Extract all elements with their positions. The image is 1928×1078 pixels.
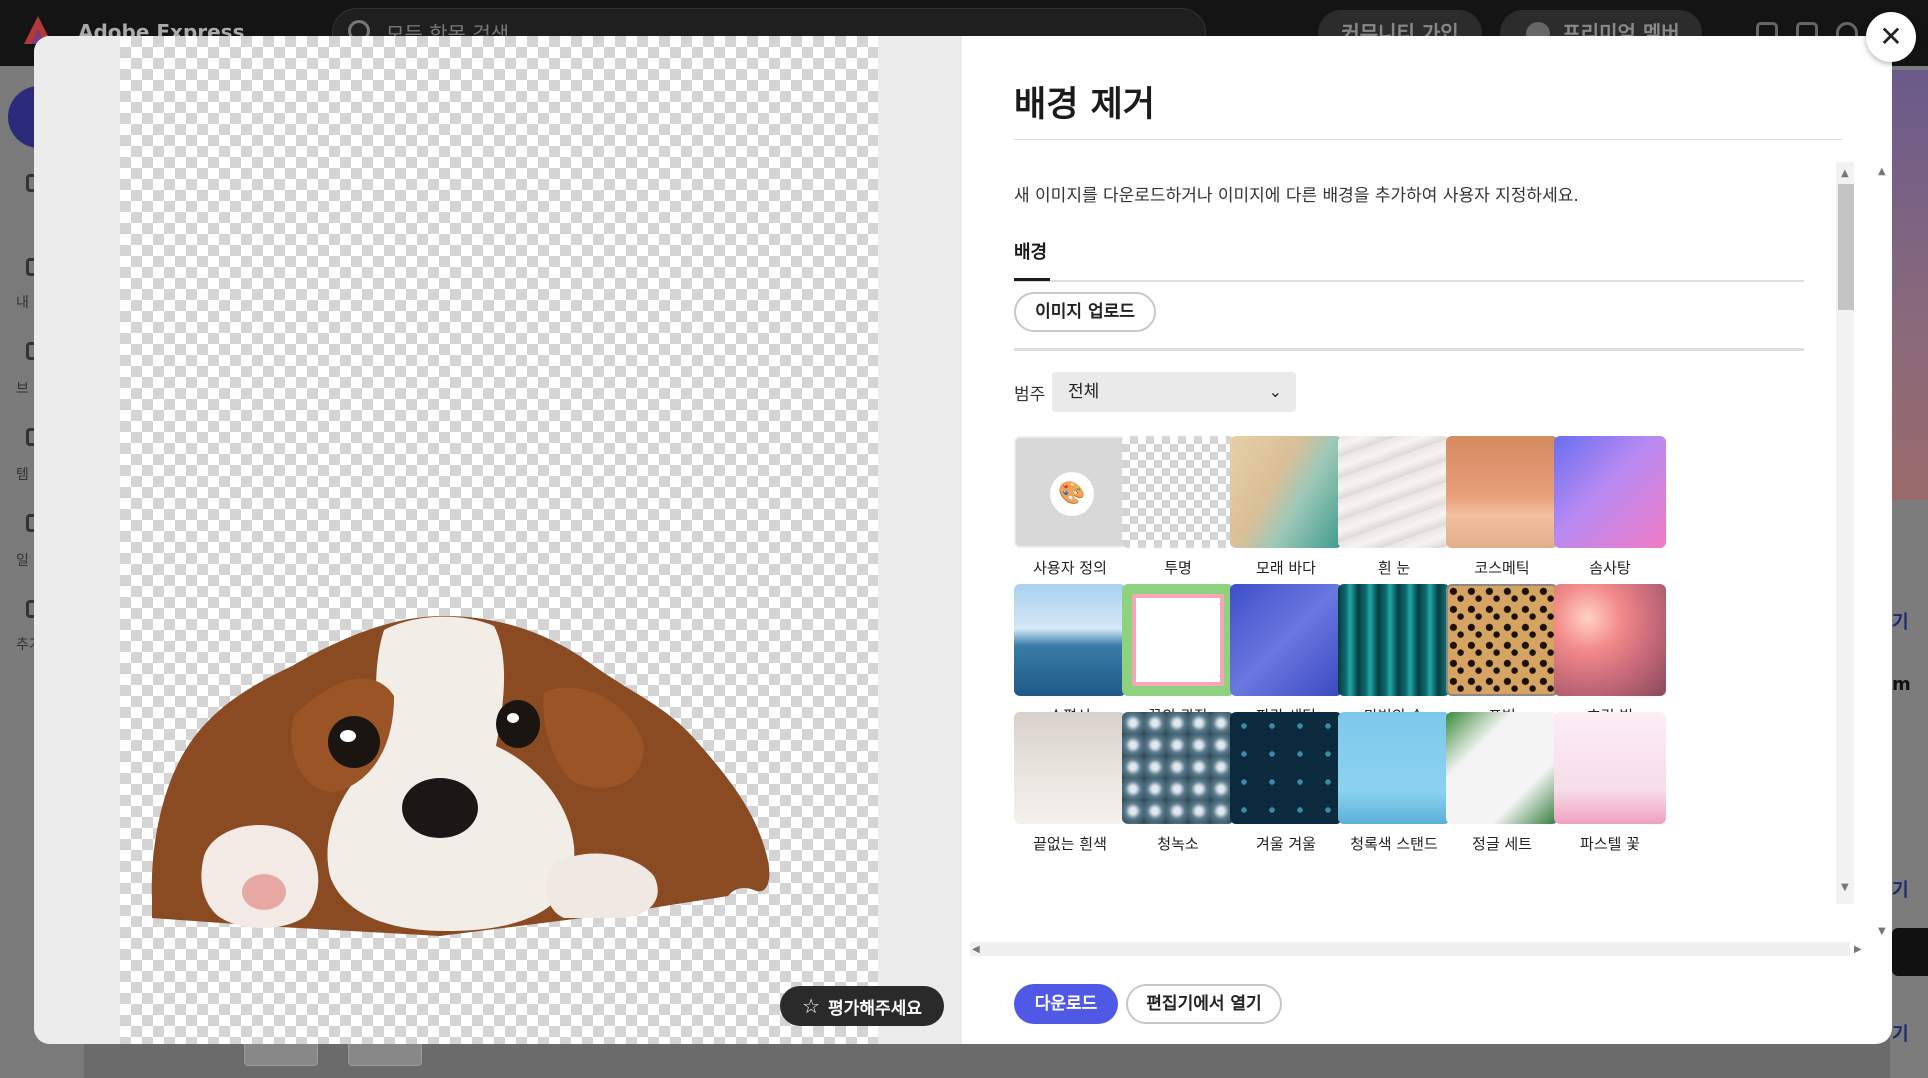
- bg-option-custom-color[interactable]: 🎨 사용자 정의 색상: [1014, 436, 1126, 604]
- bg-option-magic-forest[interactable]: 마법의 숲: [1338, 584, 1450, 728]
- dialog-title: 배경 제거: [1014, 85, 1155, 125]
- bg-option-label: 청녹소: [1157, 835, 1199, 853]
- rate-button-label: 평가해주세요: [828, 998, 922, 1019]
- transparent-swatch: [1122, 436, 1234, 548]
- category-label: 범주: [1014, 385, 1046, 405]
- bg-option-label: 흰 눈: [1377, 559, 1411, 577]
- tab-active-indicator: [1014, 278, 1050, 281]
- puppy-image: [151, 616, 770, 936]
- image-preview-pane: [34, 36, 962, 1044]
- horizontal-scrollbar[interactable]: [970, 942, 1850, 956]
- bg-option-sand-sea[interactable]: 모래 바다: [1230, 436, 1342, 580]
- bg-option-label: 코스메틱: [1474, 559, 1530, 577]
- dialog-description: 새 이미지를 다운로드하거나 이미지에 다른 배경을 추가하여 사용자 지정하세…: [1014, 186, 1579, 206]
- background-thumbnail: [1890, 70, 1928, 500]
- magic-forest-swatch: [1338, 584, 1450, 696]
- scroll-left-arrow-icon[interactable]: ◀: [972, 944, 980, 955]
- bg-option-horizon[interactable]: 수평선: [1014, 584, 1126, 728]
- bg-option-green-pine[interactable]: 청녹소: [1122, 712, 1234, 856]
- close-icon[interactable]: ✕: [1866, 12, 1916, 62]
- bg-option-blurred-light[interactable]: 흐림 빛: [1554, 584, 1666, 728]
- scroll-down-arrow-icon[interactable]: ▼: [1841, 882, 1849, 893]
- bg-option-label: 솜사탕: [1589, 559, 1631, 577]
- outer-scroll-up-icon[interactable]: ▲: [1878, 166, 1886, 177]
- section-divider: [1014, 348, 1804, 351]
- options-pane: 배경 제거 새 이미지를 다운로드하거나 이미지에 다른 배경을 추가하여 사용…: [962, 36, 1892, 1044]
- bg-option-flower-square[interactable]: 꽃의 광장: [1122, 584, 1234, 728]
- sidebar-label-2: 템: [16, 467, 29, 483]
- bg-option-label: 겨울 겨울: [1256, 835, 1316, 853]
- scroll-up-arrow-icon[interactable]: ▲: [1841, 168, 1849, 179]
- bg-option-label: 모래 바다: [1256, 559, 1316, 577]
- background-grid: 🎨 사용자 정의 색상 투명 모래 바다 흰 눈 코스메틱: [1014, 436, 1804, 902]
- bg-option-label: 파스텔 꽃: [1580, 835, 1640, 853]
- chevron-down-icon: ⌄: [1268, 382, 1282, 401]
- category-dropdown[interactable]: 전체 ⌄: [1052, 372, 1296, 412]
- dark-tab: [1892, 928, 1928, 976]
- bg-option-teal-stand[interactable]: 청록색 스탠드: [1338, 712, 1450, 856]
- bg-option-endless-white[interactable]: 끝없는 흰색: [1014, 712, 1126, 856]
- winter-swatch: [1230, 712, 1342, 824]
- white-snow-swatch: [1338, 436, 1450, 548]
- bg-option-transparent[interactable]: 투명: [1122, 436, 1234, 580]
- cotton-candy-swatch: [1554, 436, 1666, 548]
- blurred-light-swatch: [1554, 584, 1666, 696]
- remove-background-dialog: ☆ 평가해주세요 배경 제거 새 이미지를 다운로드하거나 이미지에 다른 배경…: [34, 36, 1892, 1044]
- sand-sea-swatch: [1230, 436, 1342, 548]
- sidebar-label-1: 브: [16, 381, 29, 397]
- scroll-right-arrow-icon[interactable]: ▶: [1854, 944, 1862, 955]
- bg-option-label: 정글 세트: [1472, 835, 1532, 853]
- bg-option-leopard[interactable]: 표범: [1446, 584, 1558, 728]
- custom-color-swatch: 🎨: [1014, 436, 1126, 548]
- category-value: 전체: [1068, 382, 1100, 402]
- upload-image-button[interactable]: 이미지 업로드: [1014, 292, 1156, 332]
- outer-scroll-down-icon[interactable]: ▼: [1878, 926, 1886, 937]
- bg-right-text-2: 기: [1892, 880, 1909, 901]
- horizon-swatch: [1014, 584, 1126, 696]
- bg-option-pastel-flower[interactable]: 파스텔 꽃: [1554, 712, 1666, 856]
- download-button[interactable]: 다운로드: [1014, 984, 1118, 1024]
- jungle-set-swatch: [1446, 712, 1558, 824]
- grid-scrollbar-thumb[interactable]: [1838, 184, 1854, 310]
- teal-stand-swatch: [1338, 712, 1450, 824]
- bg-option-cosmetic[interactable]: 코스메틱: [1446, 436, 1558, 580]
- bg-right-text-1: m: [1892, 674, 1911, 695]
- bg-option-cotton-candy[interactable]: 솜사탕: [1554, 436, 1666, 580]
- bg-right-text-0: 기: [1892, 612, 1909, 633]
- bg-option-label: 청록색 스탠드: [1350, 835, 1438, 853]
- divider: [1014, 139, 1842, 140]
- star-icon: ☆: [802, 994, 821, 1018]
- bg-option-jungle-set[interactable]: 정글 세트: [1446, 712, 1558, 856]
- tab-divider: [1014, 280, 1804, 282]
- sidebar-label-3: 일: [16, 553, 29, 569]
- cosmetic-swatch: [1446, 436, 1558, 548]
- open-in-editor-button[interactable]: 편집기에서 열기: [1126, 984, 1282, 1024]
- tab-background[interactable]: 배경: [1014, 238, 1047, 264]
- bg-option-label: 끝없는 흰색: [1033, 835, 1107, 853]
- sidebar-label-0: 내: [16, 295, 29, 311]
- leopard-swatch: [1446, 584, 1558, 696]
- bg-option-blue-satin[interactable]: 파란 새틴: [1230, 584, 1342, 728]
- palette-icon: 🎨: [1050, 472, 1094, 516]
- green-pine-swatch: [1122, 712, 1234, 824]
- rate-button[interactable]: ☆ 평가해주세요: [780, 986, 944, 1026]
- bg-option-white-snow[interactable]: 흰 눈: [1338, 436, 1450, 580]
- flower-square-swatch: [1122, 584, 1234, 696]
- bg-right-text-3: 기: [1892, 1024, 1909, 1045]
- pastel-flower-swatch: [1554, 712, 1666, 824]
- bg-option-label: 투명: [1164, 559, 1192, 577]
- endless-white-swatch: [1014, 712, 1126, 824]
- blue-satin-swatch: [1230, 584, 1342, 696]
- bg-option-winter[interactable]: 겨울 겨울: [1230, 712, 1342, 856]
